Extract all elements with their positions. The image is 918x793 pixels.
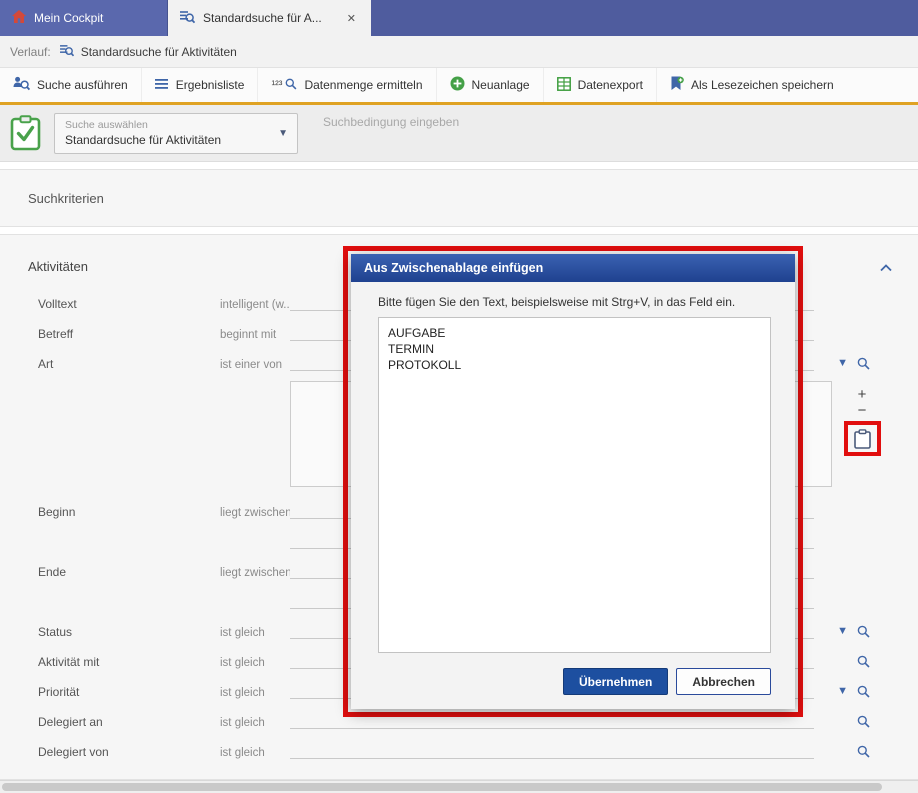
save-bookmark-button[interactable]: Als Lesezeichen speichern	[656, 68, 847, 102]
criteria-operator[interactable]: ist gleich	[220, 747, 290, 759]
digits-icon: ¹²³	[271, 79, 282, 91]
add-value-button[interactable]: +	[853, 387, 871, 402]
search-list-icon	[60, 44, 74, 60]
toolbar-item-label: Neuanlage	[472, 78, 530, 92]
tab-label: Mein Cockpit	[34, 11, 103, 25]
search-list-icon	[180, 10, 195, 27]
delegiert-von-input[interactable]	[290, 742, 814, 759]
search-lookup-icon[interactable]	[857, 655, 870, 668]
criteria-operator[interactable]: liegt zwischen	[220, 567, 290, 579]
toolbar-item-label: Datenmenge ermitteln	[304, 78, 422, 92]
search-select-bar: Suche auswählen Standardsuche für Aktivi…	[0, 105, 918, 162]
search-criteria-section: Suchkriterien	[0, 169, 918, 227]
count-records-button[interactable]: ¹²³ Datenmenge ermitteln	[257, 68, 435, 102]
dropdown-arrow-icon[interactable]: ▼	[837, 686, 848, 697]
remove-value-button[interactable]: −	[853, 403, 871, 418]
search-lookup-icon[interactable]	[857, 715, 870, 728]
toolbar-item-label: Datenexport	[578, 78, 643, 92]
chevron-down-icon: ▼	[278, 128, 288, 139]
close-tab-icon[interactable]: ✕	[344, 10, 359, 27]
criteria-operator[interactable]: liegt zwischen	[220, 507, 290, 519]
search-select-dropdown[interactable]: Suche auswählen Standardsuche für Aktivi…	[54, 113, 298, 154]
search-condition-input[interactable]	[323, 115, 908, 129]
criteria-operator[interactable]: ist gleich	[220, 687, 290, 699]
chevron-up-icon[interactable]	[880, 261, 892, 275]
dialog-buttons: Übernehmen Abbrechen	[378, 668, 771, 695]
criteria-label: Betreff	[38, 327, 220, 341]
search-condition-area	[311, 105, 908, 161]
new-record-button[interactable]: Neuanlage	[436, 68, 543, 102]
criteria-row-delegiert-von: Delegiert von ist gleich	[0, 735, 918, 765]
list-icon	[155, 78, 169, 93]
magnifier-icon	[285, 78, 297, 93]
tab-mein-cockpit[interactable]: Mein Cockpit	[0, 0, 168, 36]
dialog-title: Aus Zwischenablage einfügen	[351, 254, 795, 282]
toolbar-item-label: Suche ausführen	[37, 78, 128, 92]
history-bar: Verlauf: Standardsuche für Aktivitäten	[0, 36, 918, 68]
criteria-operator[interactable]: beginnt mit	[220, 329, 290, 341]
criteria-operator[interactable]: intelligent (w...	[220, 299, 290, 311]
criteria-label: Delegiert an	[38, 715, 220, 729]
run-search-button[interactable]: Suche ausführen	[0, 68, 141, 102]
dialog-body: Bitte fügen Sie den Text, beispielsweise…	[351, 282, 795, 709]
tab-standardsuche[interactable]: Standardsuche für A... ✕	[168, 0, 371, 36]
paste-from-clipboard-button[interactable]	[854, 429, 871, 449]
scrollbar-thumb[interactable]	[2, 783, 882, 791]
criteria-operator[interactable]: ist gleich	[220, 717, 290, 729]
criteria-label: Volltext	[38, 297, 220, 311]
paste-from-clipboard-dialog: Aus Zwischenablage einfügen Bitte fügen …	[351, 254, 795, 709]
plus-circle-icon	[450, 76, 465, 94]
dropdown-arrow-icon[interactable]: ▼	[837, 626, 848, 637]
run-search-icon	[13, 76, 30, 94]
criteria-label: Art	[38, 357, 220, 371]
criteria-label: Status	[38, 625, 220, 639]
home-icon	[12, 10, 26, 26]
apply-button[interactable]: Übernehmen	[563, 668, 668, 695]
history-item[interactable]: Standardsuche für Aktivitäten	[60, 44, 237, 60]
clipboard-check-icon	[10, 115, 41, 151]
search-lookup-icon[interactable]	[857, 745, 870, 758]
criteria-label: Priorität	[38, 685, 220, 699]
toolbar: Suche ausführen Ergebnisliste ¹²³ Datenm…	[0, 68, 918, 105]
section-title: Suchkriterien	[28, 191, 104, 206]
dialog-instruction: Bitte fügen Sie den Text, beispielsweise…	[378, 295, 771, 309]
search-lookup-icon[interactable]	[857, 357, 870, 370]
toolbar-item-label: Als Lesezeichen speichern	[691, 78, 834, 92]
clipboard-textarea[interactable]: AUFGABE TERMIN PROTOKOLL	[378, 317, 771, 653]
tab-bar: Mein Cockpit Standardsuche für A... ✕	[0, 0, 918, 36]
history-item-label: Standardsuche für Aktivitäten	[81, 45, 237, 59]
search-select-label: Suche auswählen	[65, 119, 287, 131]
search-lookup-icon[interactable]	[857, 625, 870, 638]
data-export-button[interactable]: Datenexport	[543, 68, 656, 102]
cancel-button[interactable]: Abbrechen	[676, 668, 771, 695]
criteria-operator[interactable]: ist gleich	[220, 657, 290, 669]
criteria-label: Aktivität mit	[38, 655, 220, 669]
horizontal-scrollbar	[0, 780, 918, 793]
search-lookup-icon[interactable]	[857, 685, 870, 698]
result-list-button[interactable]: Ergebnisliste	[141, 68, 258, 102]
criteria-operator[interactable]: ist gleich	[220, 627, 290, 639]
dropdown-arrow-icon[interactable]: ▼	[837, 358, 848, 369]
criteria-label: Delegiert von	[38, 745, 220, 759]
search-select-value: Standardsuche für Aktivitäten	[65, 133, 287, 147]
toolbar-item-label: Ergebnisliste	[176, 78, 245, 92]
app-window: Mein Cockpit Standardsuche für A... ✕ Ve…	[0, 0, 918, 793]
red-annotation-box	[844, 421, 881, 456]
tab-label: Standardsuche für A...	[203, 11, 322, 25]
red-annotation-box-modal: Aus Zwischenablage einfügen Bitte fügen …	[343, 246, 803, 717]
history-label: Verlauf:	[10, 45, 51, 59]
table-icon	[557, 77, 571, 94]
criteria-label: Beginn	[38, 505, 220, 519]
criteria-label: Ende	[38, 565, 220, 579]
criteria-operator[interactable]: ist einer von	[220, 359, 290, 371]
listbox-tools: + −	[842, 381, 882, 456]
bookmark-icon	[670, 76, 684, 94]
